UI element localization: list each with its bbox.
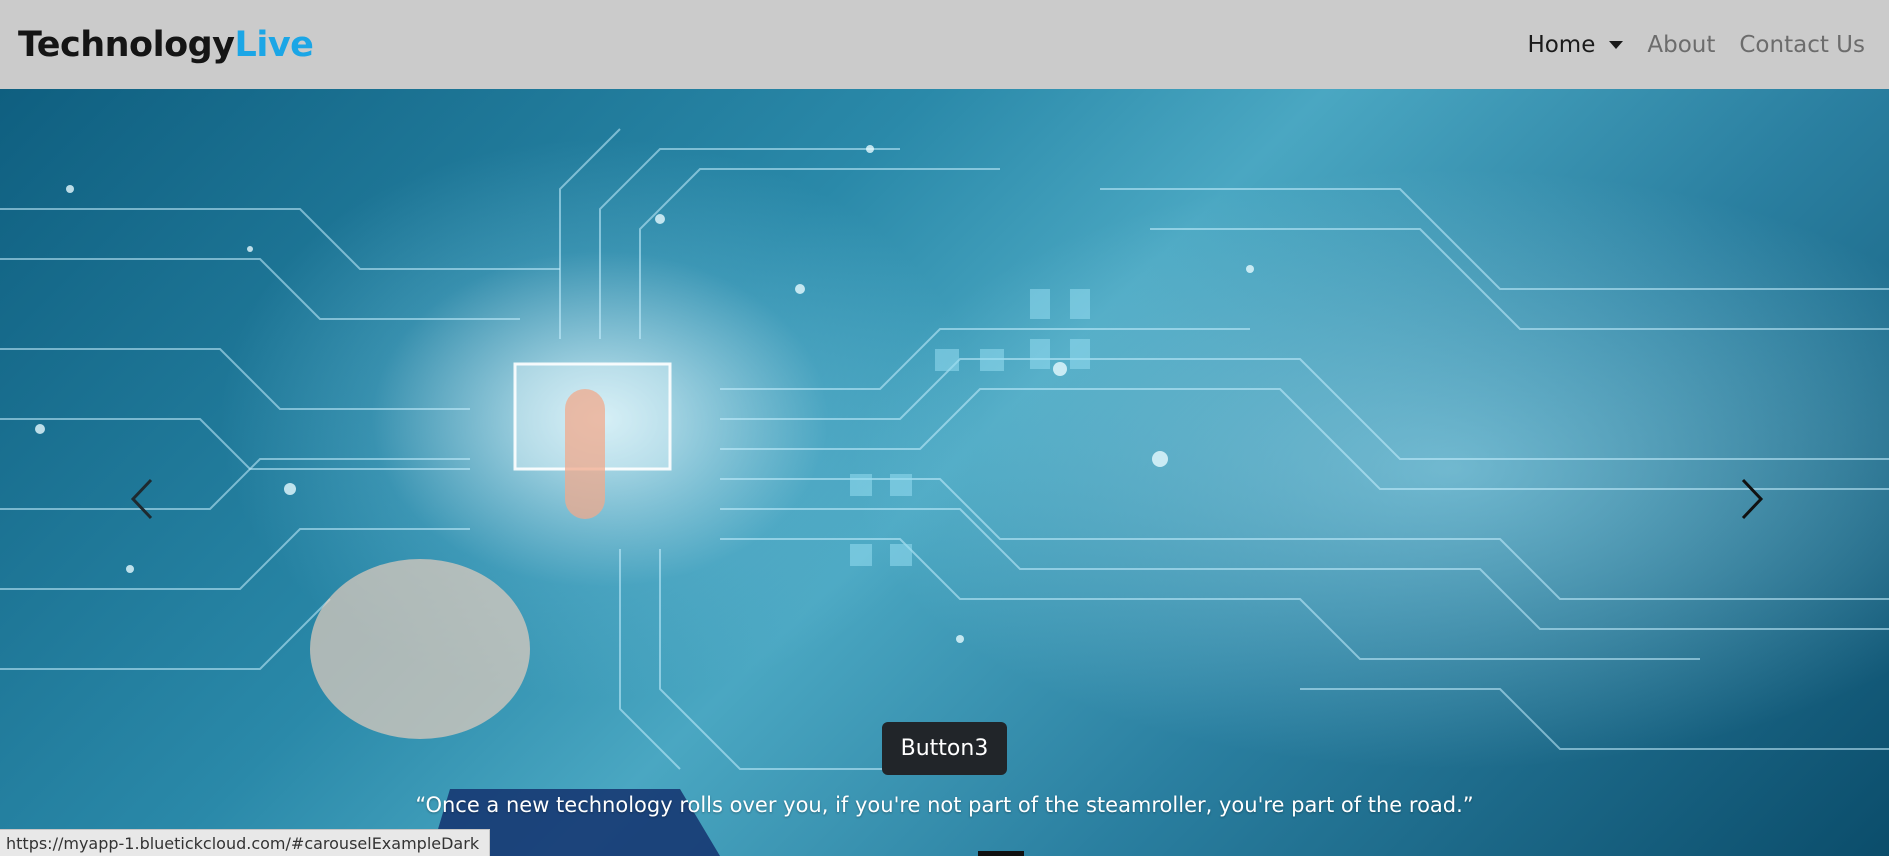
chevron-right-icon [1741,478,1764,520]
caption-quote: “Once a new technology rolls over you, i… [415,793,1474,817]
carousel-next-button[interactable] [1722,469,1782,529]
brand-name-accent: Live [234,24,314,65]
caret-down-icon [1609,40,1624,49]
chevron-left-icon [130,478,153,520]
carousel-indicator-active[interactable] [978,851,1024,856]
navbar: TechnologyLive Home About Contact Us [0,0,1889,89]
nav-home-label: Home [1527,31,1596,58]
nav-home-dropdown[interactable]: Home [1527,31,1624,58]
brand-name-main: Technology [18,24,235,65]
carousel-caption: Button3 “Once a new technology rolls ove… [0,722,1889,817]
carousel-prev-button[interactable] [112,469,172,529]
hero-carousel: Button3 “Once a new technology rolls ove… [0,89,1889,856]
nav-contact-us[interactable]: Contact Us [1739,32,1865,58]
status-bar-link-url: https://myapp-1.bluetickcloud.com/#carou… [0,829,491,856]
caption-button[interactable]: Button3 [881,722,1008,775]
nav-about[interactable]: About [1647,32,1715,58]
nav-menu: Home About Contact Us [1527,32,1865,58]
brand-logo[interactable]: TechnologyLive [18,24,314,65]
